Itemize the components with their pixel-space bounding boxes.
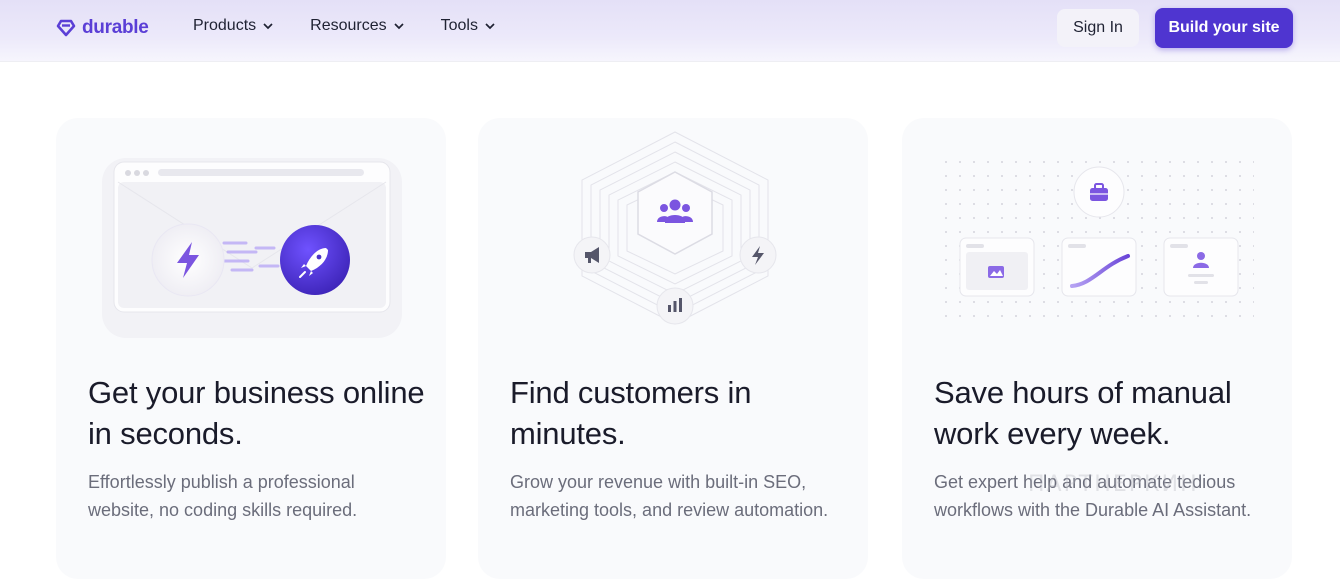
brand-logo[interactable]: durable xyxy=(56,16,149,40)
card-description: Grow your revenue with built-in SEO, mar… xyxy=(510,472,829,520)
chevron-down-icon xyxy=(485,23,495,30)
nav-tools[interactable]: Tools xyxy=(441,17,496,35)
watermark: ПАРТНЕРКИН xyxy=(1028,472,1199,497)
nav-resources[interactable]: Resources xyxy=(310,17,404,35)
nav-label: Resources xyxy=(310,17,387,34)
workflow-illustration xyxy=(944,150,1254,326)
card-title: Get your business online in seconds. xyxy=(88,375,425,451)
chevron-down-icon xyxy=(394,23,404,30)
main-nav: Products Resources Tools xyxy=(193,17,496,35)
card-title: Save hours of manual work every week. xyxy=(934,375,1232,451)
chevron-down-icon xyxy=(263,23,273,30)
nav-label: Products xyxy=(193,17,257,34)
feature-card-automation: Save hours of manual work every week. Ge… xyxy=(902,118,1292,579)
feature-card-customers: Find customers in minutes. Grow your rev… xyxy=(478,118,868,579)
durable-heart-logo-icon xyxy=(56,19,76,37)
build-your-site-button[interactable]: Build your site xyxy=(1155,8,1293,48)
brand-name: durable xyxy=(82,17,149,38)
card-description: Effortlessly publish a professional webs… xyxy=(88,472,358,520)
site-header: durable Products Resources Tools Sign In… xyxy=(0,0,1340,62)
feature-card-online: Get your business online in seconds. Eff… xyxy=(56,118,446,579)
nav-label: Tools xyxy=(440,17,478,34)
nav-products[interactable]: Products xyxy=(193,17,274,35)
card-title: Find customers in minutes. xyxy=(510,375,752,451)
hexagon-network-illustration xyxy=(573,131,777,325)
sign-in-button[interactable]: Sign In xyxy=(1057,9,1139,47)
browser-launch-illustration xyxy=(102,158,402,338)
image-icon xyxy=(988,266,1004,278)
